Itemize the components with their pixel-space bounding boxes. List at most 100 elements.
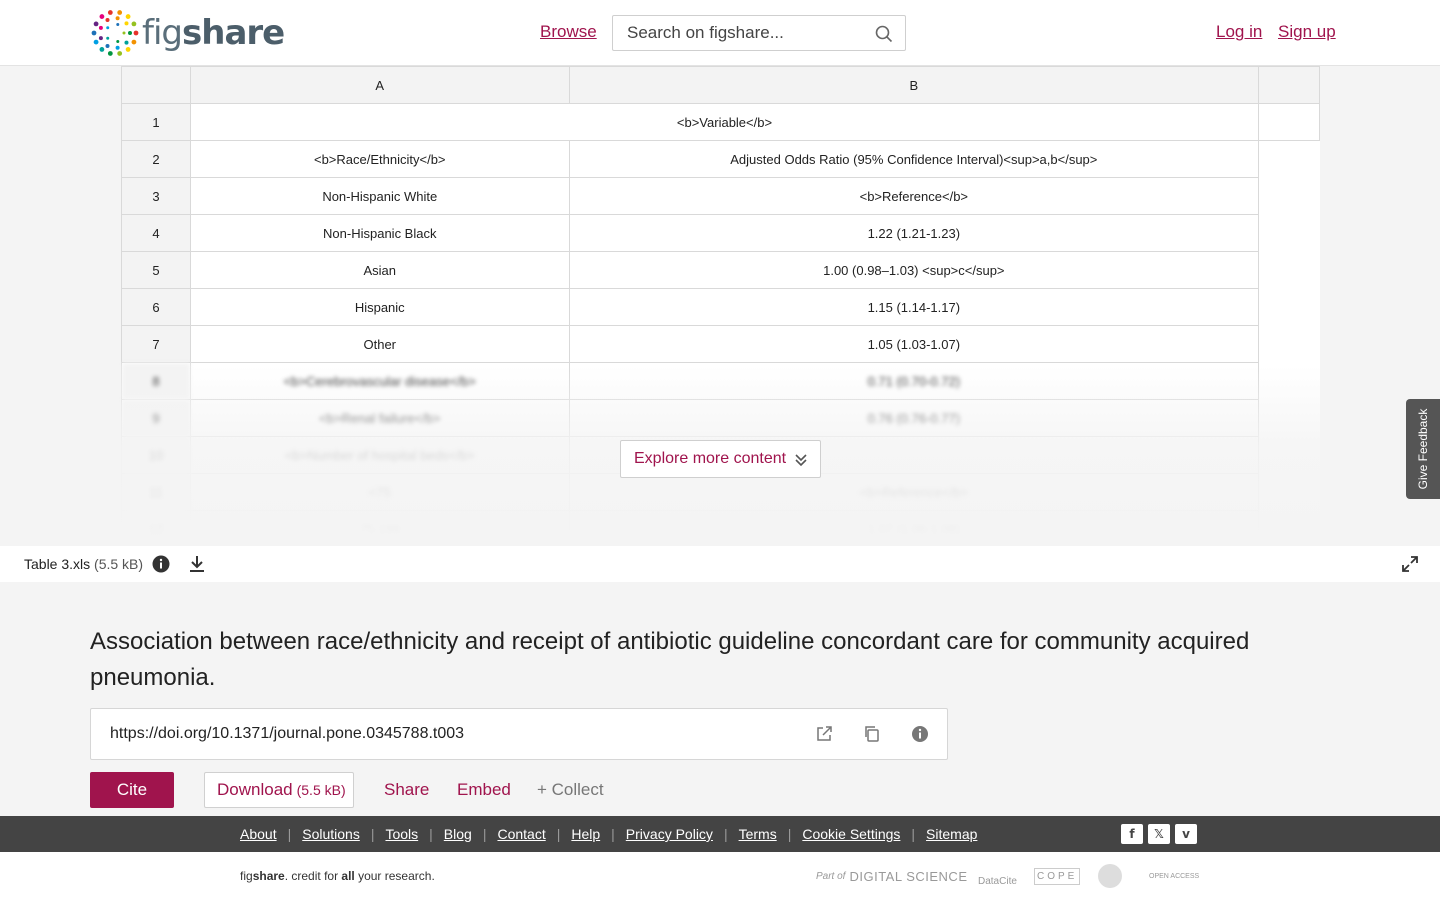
footer-link-solutions[interactable]: Solutions	[302, 826, 360, 842]
footer-link-sitemap[interactable]: Sitemap	[926, 826, 977, 842]
footer-links-bar: About | Solutions | Tools | Blog | Contact | …	[0, 816, 1440, 852]
open-access-logo[interactable]: OPEN ACCESS	[1149, 864, 1199, 888]
footer-credit: figshare. credit for all your research.	[240, 869, 435, 883]
footer-link-tools[interactable]: Tools	[385, 826, 418, 842]
table-cell: <b>Race/Ethnicity</b>	[189, 140, 570, 178]
collect-button[interactable]: + Collect	[537, 780, 604, 800]
give-feedback-tab[interactable]: Give Feedback	[1406, 399, 1440, 499]
fullscreen-icon[interactable]	[1401, 555, 1419, 573]
info-icon[interactable]	[152, 555, 170, 573]
footer-link-cookie-settings[interactable]: Cookie Settings	[802, 826, 900, 842]
table-cell: Non-Hispanic White	[189, 177, 570, 215]
facebook-icon[interactable]: f	[1121, 824, 1143, 844]
footer-link-about[interactable]: About	[240, 826, 277, 842]
search-icon[interactable]	[875, 25, 893, 43]
table-cell: Non-Hispanic Black	[189, 214, 570, 252]
file-bar: Table 3.xls (5.5 kB)	[0, 546, 1440, 582]
x-twitter-icon[interactable]: 𝕏	[1148, 824, 1170, 844]
table-cell: Other	[189, 325, 570, 363]
figshare-logo[interactable]: figshare	[90, 8, 285, 58]
table-cell	[1259, 252, 1320, 289]
separator: |	[723, 826, 728, 842]
footer-link-blog[interactable]: Blog	[444, 826, 472, 842]
download-icon[interactable]	[188, 555, 206, 573]
table-cell: 0.76 (0.76-0.77)	[568, 399, 1260, 437]
table-cell	[1259, 289, 1320, 326]
cite-button[interactable]: Cite	[90, 772, 174, 808]
datacite-logo[interactable]: DataCite	[978, 864, 1017, 888]
footer-bottom: figshare. credit for all your research. …	[0, 852, 1440, 900]
footer-link-privacy[interactable]: Privacy Policy	[626, 826, 713, 842]
separator: |	[287, 826, 292, 842]
external-link-icon[interactable]	[815, 725, 833, 743]
row-number: 9	[121, 399, 191, 437]
doi-box: https://doi.org/10.1371/journal.pone.034…	[90, 708, 948, 760]
explore-more-button[interactable]: Explore more content	[620, 440, 821, 478]
search-input[interactable]	[613, 16, 853, 50]
table-row: 8 <b>Cerebrovascular disease</b> 0.71 (0…	[121, 362, 1320, 400]
cope-logo[interactable]: COPE	[1034, 864, 1081, 888]
column-header-b: B	[568, 66, 1260, 104]
site-header: figshare Browse Log in Sign up	[0, 0, 1440, 66]
row-number: 1	[121, 103, 191, 141]
footer-links: About | Solutions | Tools | Blog | Contact | …	[240, 826, 977, 842]
table-row: 1 <b>Variable</b>	[121, 103, 1320, 141]
table-row: 7 Other 1.05 (1.03-1.07)	[121, 325, 1320, 363]
table-row: 6 Hispanic 1.15 (1.14-1.17)	[121, 288, 1320, 326]
table-cell	[1258, 140, 1320, 178]
table-cell: <b>Number of hospital beds</b>	[189, 436, 570, 474]
separator: |	[482, 826, 487, 842]
footer-link-help[interactable]: Help	[571, 826, 600, 842]
table-row: 4 Non-Hispanic Black 1.22 (1.21-1.23)	[121, 214, 1320, 252]
table-row: 3 Non-Hispanic White <b>Reference</b>	[121, 177, 1320, 215]
row-number: 11	[121, 473, 191, 511]
table-cell	[1259, 178, 1320, 215]
search-box	[612, 15, 906, 51]
give-feedback-label: Give Feedback	[1416, 408, 1430, 490]
table-cell: 0.71 (0.70-0.72)	[568, 362, 1260, 400]
doi-link[interactable]: https://doi.org/10.1371/journal.pone.034…	[110, 725, 464, 743]
separator: |	[429, 826, 433, 842]
column-header-empty	[1258, 66, 1320, 104]
table-row: 12 75-199 1.07 (1.06-1.08)	[121, 510, 1320, 546]
row-number: 7	[121, 325, 191, 363]
logo-text: figshare	[142, 13, 285, 53]
signup-link[interactable]: Sign up	[1278, 22, 1336, 42]
table-cell: Hispanic	[189, 288, 570, 326]
table-cell: Adjusted Odds Ratio (95% Confidence Inte…	[568, 140, 1260, 178]
footer-link-contact[interactable]: Contact	[497, 826, 545, 842]
double-chevron-down-icon	[795, 454, 807, 467]
table-cell: 1.05 (1.03-1.07)	[568, 325, 1260, 363]
separator: |	[370, 826, 375, 842]
seal-logo-icon[interactable]	[1098, 864, 1122, 888]
table-row: 5 Asian 1.00 (0.98–1.03) <sup>c</sup>	[121, 251, 1320, 289]
table-row: 11 <75 <b>Reference</b>	[121, 473, 1320, 511]
explore-more-label: Explore more content	[634, 450, 787, 467]
table-cell: Asian	[189, 251, 570, 289]
login-link[interactable]: Log in	[1216, 22, 1262, 42]
table-cell: <b>Cerebrovascular disease</b>	[189, 362, 570, 400]
corner-cell	[121, 66, 191, 104]
file-size: (5.5 kB)	[94, 556, 144, 572]
row-number: 5	[121, 251, 191, 289]
footer-link-terms[interactable]: Terms	[739, 826, 777, 842]
table-cell: <b>Reference</b>	[568, 177, 1260, 215]
column-header-row: A B	[121, 66, 1320, 104]
table-cell: 75-199	[189, 510, 570, 546]
table-cell	[1259, 474, 1320, 511]
embed-button[interactable]: Embed	[457, 780, 511, 800]
table-row: 9 <b>Renal failure</b> 0.76 (0.76-0.77)	[121, 399, 1320, 437]
digital-science-logo[interactable]: Part of DIGITAL SCIENCE	[816, 864, 968, 888]
browse-link[interactable]: Browse	[540, 22, 597, 42]
file-preview[interactable]: A B 1 <b>Variable</b> 2 <b>Race/Ethnicit…	[0, 66, 1440, 546]
vimeo-icon[interactable]: v	[1175, 824, 1197, 844]
row-number: 6	[121, 288, 191, 326]
copy-icon[interactable]	[863, 725, 881, 743]
table-cell	[1259, 437, 1320, 474]
table-cell	[1259, 363, 1320, 400]
download-button[interactable]: Download (5.5 kB)	[204, 772, 354, 808]
row-number: 2	[121, 140, 191, 178]
doi-info-icon[interactable]	[911, 725, 929, 743]
share-button[interactable]: Share	[384, 780, 429, 800]
table-row: 2 <b>Race/Ethnicity</b> Adjusted Odds Ra…	[121, 140, 1320, 178]
